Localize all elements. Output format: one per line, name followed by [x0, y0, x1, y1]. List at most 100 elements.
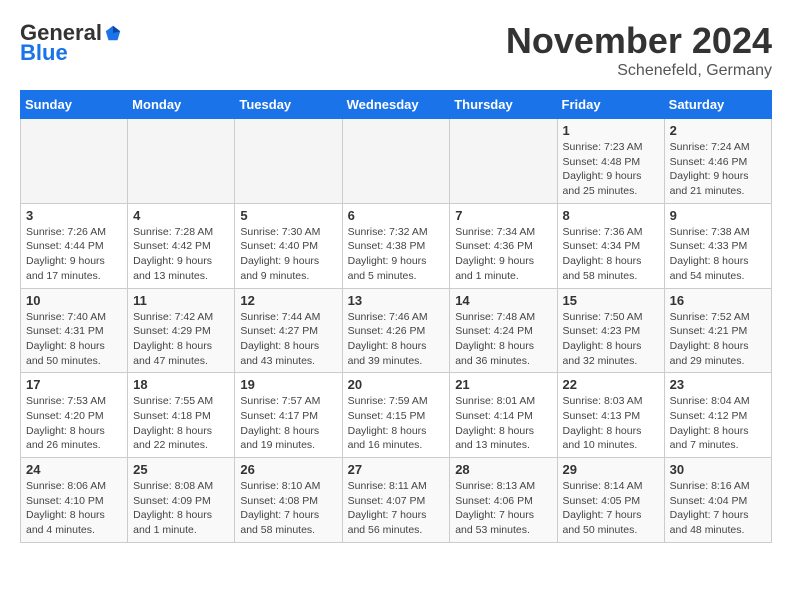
calendar-cell: 4 Sunrise: 7:28 AM Sunset: 4:42 PM Daylig… — [128, 203, 235, 288]
day-number: 19 — [240, 377, 336, 392]
calendar-cell: 13 Sunrise: 7:46 AM Sunset: 4:26 PM Dayli… — [342, 288, 450, 373]
day-info: Sunrise: 7:48 AM Sunset: 4:24 PM Dayligh… — [455, 310, 551, 369]
day-number: 5 — [240, 208, 336, 223]
day-number: 23 — [670, 377, 766, 392]
calendar-cell: 24Sunrise: 8:06 AM Sunset: 4:10 PM Dayli… — [21, 458, 128, 543]
day-info: Sunrise: 8:08 AM Sunset: 4:09 PM Dayligh… — [133, 479, 229, 538]
day-info: Sunrise: 8:14 AM Sunset: 4:05 PM Dayligh… — [563, 479, 659, 538]
weekday-header-friday: Friday — [557, 91, 664, 119]
day-number: 8 — [563, 208, 659, 223]
day-info: Sunrise: 8:06 AM Sunset: 4:10 PM Dayligh… — [26, 479, 122, 538]
day-info: Sunrise: 8:10 AM Sunset: 4:08 PM Dayligh… — [240, 479, 336, 538]
day-number: 16 — [670, 293, 766, 308]
calendar-cell: 17 Sunrise: 7:53 AM Sunset: 4:20 PM Dayli… — [21, 373, 128, 458]
title-block: November 2024 Schenefeld, Germany — [506, 20, 772, 80]
day-info: Sunrise: 7:40 AM Sunset: 4:31 PM Dayligh… — [26, 310, 122, 369]
calendar-cell: 18Sunrise: 7:55 AM Sunset: 4:18 PM Dayli… — [128, 373, 235, 458]
calendar-cell — [450, 119, 557, 204]
day-number: 1 — [563, 123, 659, 138]
day-info: Sunrise: 7:50 AM Sunset: 4:23 PM Dayligh… — [563, 310, 659, 369]
calendar-table: SundayMondayTuesdayWednesdayThursdayFrid… — [20, 90, 772, 543]
calendar-cell: 1 Sunrise: 7:23 AM Sunset: 4:48 PM Daylig… — [557, 119, 664, 204]
week-row-5: 24Sunrise: 8:06 AM Sunset: 4:10 PM Dayli… — [21, 458, 772, 543]
day-number: 10 — [26, 293, 122, 308]
calendar-cell: 22 Sunrise: 8:03 AM Sunset: 4:13 PM Dayli… — [557, 373, 664, 458]
calendar-cell: 28 Sunrise: 8:13 AM Sunset: 4:06 PM Dayli… — [450, 458, 557, 543]
calendar-cell: 16 Sunrise: 7:52 AM Sunset: 4:21 PM Dayli… — [664, 288, 771, 373]
day-number: 18 — [133, 377, 229, 392]
day-info: Sunrise: 8:13 AM Sunset: 4:06 PM Dayligh… — [455, 479, 551, 538]
day-info: Sunrise: 8:16 AM Sunset: 4:04 PM Dayligh… — [670, 479, 766, 538]
day-info: Sunrise: 7:30 AM Sunset: 4:40 PM Dayligh… — [240, 225, 336, 284]
logo: General Blue — [20, 20, 122, 66]
day-info: Sunrise: 7:46 AM Sunset: 4:26 PM Dayligh… — [348, 310, 445, 369]
day-number: 17 — [26, 377, 122, 392]
calendar-cell: 11 Sunrise: 7:42 AM Sunset: 4:29 PM Dayli… — [128, 288, 235, 373]
calendar-cell: 26 Sunrise: 8:10 AM Sunset: 4:08 PM Dayli… — [235, 458, 342, 543]
calendar-cell: 5 Sunrise: 7:30 AM Sunset: 4:40 PM Daylig… — [235, 203, 342, 288]
calendar-cell: 10 Sunrise: 7:40 AM Sunset: 4:31 PM Dayli… — [21, 288, 128, 373]
calendar-cell: 21Sunrise: 8:01 AM Sunset: 4:14 PM Dayli… — [450, 373, 557, 458]
day-info: Sunrise: 7:26 AM Sunset: 4:44 PM Dayligh… — [26, 225, 122, 284]
calendar-cell: 12Sunrise: 7:44 AM Sunset: 4:27 PM Dayli… — [235, 288, 342, 373]
day-number: 25 — [133, 462, 229, 477]
day-number: 26 — [240, 462, 336, 477]
day-number: 4 — [133, 208, 229, 223]
day-info: Sunrise: 8:03 AM Sunset: 4:13 PM Dayligh… — [563, 394, 659, 453]
day-number: 2 — [670, 123, 766, 138]
day-info: Sunrise: 7:53 AM Sunset: 4:20 PM Dayligh… — [26, 394, 122, 453]
calendar-cell: 9 Sunrise: 7:38 AM Sunset: 4:33 PM Daylig… — [664, 203, 771, 288]
weekday-header-thursday: Thursday — [450, 91, 557, 119]
calendar-cell: 7Sunrise: 7:34 AM Sunset: 4:36 PM Daylig… — [450, 203, 557, 288]
day-number: 14 — [455, 293, 551, 308]
week-row-2: 3 Sunrise: 7:26 AM Sunset: 4:44 PM Daylig… — [21, 203, 772, 288]
page-header: General Blue November 2024 Schenefeld, G… — [20, 20, 772, 80]
weekday-header-saturday: Saturday — [664, 91, 771, 119]
calendar-cell: 30 Sunrise: 8:16 AM Sunset: 4:04 PM Dayli… — [664, 458, 771, 543]
day-info: Sunrise: 7:34 AM Sunset: 4:36 PM Dayligh… — [455, 225, 551, 284]
day-info: Sunrise: 7:24 AM Sunset: 4:46 PM Dayligh… — [670, 140, 766, 199]
day-number: 28 — [455, 462, 551, 477]
calendar-cell: 27 Sunrise: 8:11 AM Sunset: 4:07 PM Dayli… — [342, 458, 450, 543]
day-info: Sunrise: 8:04 AM Sunset: 4:12 PM Dayligh… — [670, 394, 766, 453]
weekday-header-monday: Monday — [128, 91, 235, 119]
day-number: 30 — [670, 462, 766, 477]
day-info: Sunrise: 7:42 AM Sunset: 4:29 PM Dayligh… — [133, 310, 229, 369]
weekday-header-wednesday: Wednesday — [342, 91, 450, 119]
week-row-4: 17 Sunrise: 7:53 AM Sunset: 4:20 PM Dayli… — [21, 373, 772, 458]
day-number: 13 — [348, 293, 445, 308]
calendar-cell: 29Sunrise: 8:14 AM Sunset: 4:05 PM Dayli… — [557, 458, 664, 543]
logo-blue-text: Blue — [20, 40, 68, 66]
logo-icon — [104, 24, 122, 42]
week-row-1: 1 Sunrise: 7:23 AM Sunset: 4:48 PM Daylig… — [21, 119, 772, 204]
weekday-header-tuesday: Tuesday — [235, 91, 342, 119]
calendar-cell — [235, 119, 342, 204]
weekday-header-sunday: Sunday — [21, 91, 128, 119]
day-number: 20 — [348, 377, 445, 392]
week-row-3: 10 Sunrise: 7:40 AM Sunset: 4:31 PM Dayli… — [21, 288, 772, 373]
calendar-cell: 23 Sunrise: 8:04 AM Sunset: 4:12 PM Dayli… — [664, 373, 771, 458]
day-info: Sunrise: 7:38 AM Sunset: 4:33 PM Dayligh… — [670, 225, 766, 284]
day-info: Sunrise: 7:59 AM Sunset: 4:15 PM Dayligh… — [348, 394, 445, 453]
day-number: 22 — [563, 377, 659, 392]
calendar-cell: 8 Sunrise: 7:36 AM Sunset: 4:34 PM Daylig… — [557, 203, 664, 288]
day-number: 27 — [348, 462, 445, 477]
day-info: Sunrise: 7:32 AM Sunset: 4:38 PM Dayligh… — [348, 225, 445, 284]
calendar-cell: 6 Sunrise: 7:32 AM Sunset: 4:38 PM Daylig… — [342, 203, 450, 288]
day-number: 9 — [670, 208, 766, 223]
calendar-cell — [342, 119, 450, 204]
weekday-header-row: SundayMondayTuesdayWednesdayThursdayFrid… — [21, 91, 772, 119]
day-info: Sunrise: 7:23 AM Sunset: 4:48 PM Dayligh… — [563, 140, 659, 199]
calendar-cell — [128, 119, 235, 204]
month-title: November 2024 — [506, 20, 772, 62]
day-info: Sunrise: 7:36 AM Sunset: 4:34 PM Dayligh… — [563, 225, 659, 284]
day-number: 6 — [348, 208, 445, 223]
day-info: Sunrise: 8:11 AM Sunset: 4:07 PM Dayligh… — [348, 479, 445, 538]
calendar-cell: 14 Sunrise: 7:48 AM Sunset: 4:24 PM Dayli… — [450, 288, 557, 373]
calendar-cell: 3 Sunrise: 7:26 AM Sunset: 4:44 PM Daylig… — [21, 203, 128, 288]
day-number: 11 — [133, 293, 229, 308]
day-info: Sunrise: 7:28 AM Sunset: 4:42 PM Dayligh… — [133, 225, 229, 284]
day-number: 3 — [26, 208, 122, 223]
calendar-cell: 25 Sunrise: 8:08 AM Sunset: 4:09 PM Dayli… — [128, 458, 235, 543]
day-info: Sunrise: 7:52 AM Sunset: 4:21 PM Dayligh… — [670, 310, 766, 369]
